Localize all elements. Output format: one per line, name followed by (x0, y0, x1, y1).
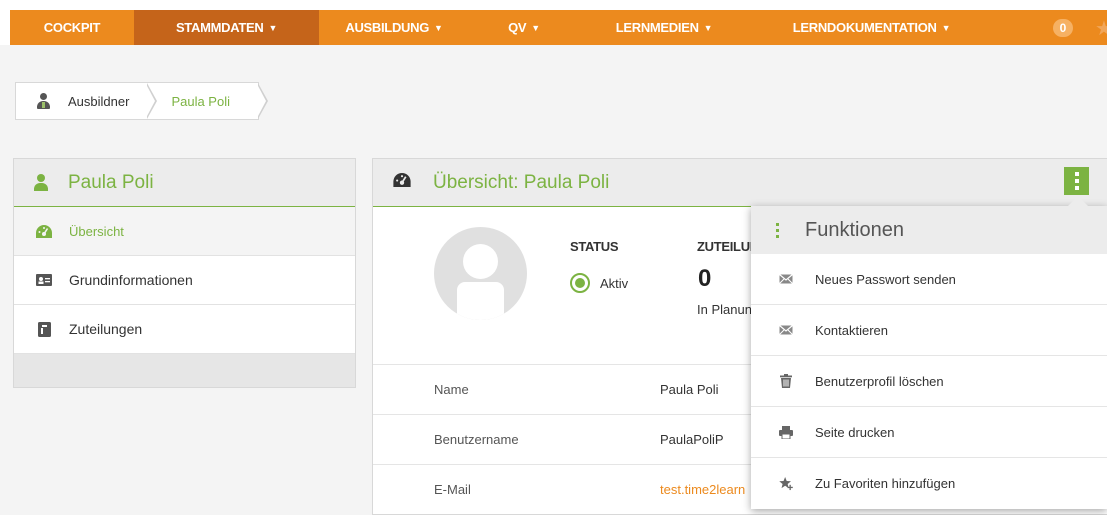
nav-lernmedien[interactable]: LERNMEDIEN ▼ (579, 10, 749, 45)
menu-item-label: Neues Passwort senden (815, 271, 956, 287)
dashboard-icon (36, 224, 52, 238)
nav-qv[interactable]: QV ▼ (469, 10, 579, 45)
functions-header: Funktionen (751, 206, 1107, 254)
zuteilungen-label: ZUTEILUNGEN (697, 239, 755, 254)
caret-down-icon: ▼ (434, 22, 443, 33)
trainer-icon (36, 93, 50, 109)
caret-down-icon: ▼ (941, 22, 951, 33)
kebab-icon (776, 222, 779, 238)
nav-label: COCKPIT (43, 20, 101, 35)
email-link[interactable]: test.time2learn (660, 482, 753, 497)
info-key: Benutzername (434, 432, 519, 447)
dropdown-pointer (1068, 196, 1088, 206)
overview-title: Übersicht: Paula Poli (433, 171, 610, 193)
nav-stammdaten[interactable]: STAMMDATEN ▼ (134, 10, 319, 45)
sidebar-item-label: Übersicht (69, 223, 124, 239)
nav-label: LERNMEDIEN (615, 20, 699, 35)
sidebar-item-zuteilungen[interactable]: Zuteilungen (14, 305, 355, 354)
functions-title: Funktionen (805, 218, 904, 241)
top-navigation: COCKPIT STAMMDATEN ▼ AUSBILDUNG ▼ QV ▼ LERN… (0, 0, 1107, 45)
breadcrumb-separator (146, 83, 158, 119)
status-value: Aktiv (570, 273, 628, 293)
dashboard-icon (393, 173, 411, 192)
menu-item-label: Kontaktieren (815, 322, 888, 338)
print-icon (779, 425, 793, 439)
status-label: STATUS (570, 239, 619, 254)
menu-item-print-page[interactable]: Seite drucken (751, 407, 1107, 458)
menu-item-label: Seite drucken (815, 424, 895, 440)
breadcrumb: Ausbildner Paula Poli (15, 82, 268, 120)
zuteilungen-count: 0 (698, 265, 712, 292)
menu-item-label: Benutzerprofil löschen (815, 373, 944, 389)
overview-header: Übersicht: Paula Poli (373, 159, 1107, 207)
nav-cockpit[interactable]: COCKPIT (10, 10, 134, 45)
info-key: E-Mail (434, 482, 471, 497)
caret-down-icon: ▼ (268, 22, 278, 33)
sidebar-title: Paula Poli (68, 171, 154, 193)
sidebar-item-uebersicht[interactable]: Übersicht (14, 207, 355, 256)
nav-ausbildung[interactable]: AUSBILDUNG ▼ (319, 10, 469, 45)
breadcrumb-item-current[interactable]: Paula Poli (147, 83, 268, 119)
info-key: Name (434, 382, 469, 397)
info-value: PaulaPoliP (660, 432, 724, 447)
profile-sidebar: Paula Poli Übersicht Grundinformationen … (13, 158, 356, 388)
nav-label: STAMMDATEN (175, 20, 264, 35)
info-value: Paula Poli (660, 382, 719, 397)
breadcrumb-label: Ausbildner (68, 93, 130, 109)
star-add-icon (779, 476, 793, 491)
functions-menu-button[interactable] (1064, 167, 1089, 195)
status-text: Aktiv (600, 275, 629, 291)
caret-down-icon: ▼ (531, 22, 540, 33)
id-card-icon (36, 274, 52, 286)
zuteilungen-sub: In Planung (697, 302, 755, 317)
nav-label: LERNDOKUMENTATION (792, 20, 937, 35)
sidebar-item-label: Zuteilungen (69, 321, 143, 337)
sidebar-header: Paula Poli (14, 159, 355, 207)
breadcrumb-label: Paula Poli (171, 93, 230, 109)
breadcrumb-item-ausbildner[interactable]: Ausbildner (16, 83, 158, 119)
active-radio-icon (570, 273, 590, 293)
notification-badge[interactable]: 0 (1053, 19, 1073, 37)
sidebar-item-grundinformationen[interactable]: Grundinformationen (14, 256, 355, 305)
person-icon (34, 174, 48, 191)
envelope-icon (779, 325, 793, 335)
favorites-star-icon[interactable]: ★ (1095, 16, 1107, 41)
nav-lerndokumentation[interactable]: LERNDOKUMENTATION ▼ (749, 10, 994, 45)
nav-label: QV (508, 20, 527, 35)
functions-dropdown: Funktionen Neues Passwort senden Kontakt… (751, 206, 1107, 509)
avatar (434, 227, 527, 320)
assignment-icon (36, 321, 52, 337)
breadcrumb-separator (256, 83, 268, 119)
nav-label: AUSBILDUNG (345, 20, 430, 35)
menu-item-contact[interactable]: Kontaktieren (751, 305, 1107, 356)
trash-icon (779, 374, 793, 388)
envelope-icon (779, 274, 793, 284)
menu-item-delete-profile[interactable]: Benutzerprofil löschen (751, 356, 1107, 407)
menu-item-label: Zu Favoriten hinzufügen (815, 476, 956, 491)
sidebar-item-label: Grundinformationen (69, 272, 193, 288)
menu-item-add-favorite[interactable]: Zu Favoriten hinzufügen (751, 458, 1107, 509)
menu-item-send-password[interactable]: Neues Passwort senden (751, 254, 1107, 305)
main-menu-bar: COCKPIT STAMMDATEN ▼ AUSBILDUNG ▼ QV ▼ LERN… (10, 10, 1107, 45)
caret-down-icon: ▼ (703, 22, 713, 33)
